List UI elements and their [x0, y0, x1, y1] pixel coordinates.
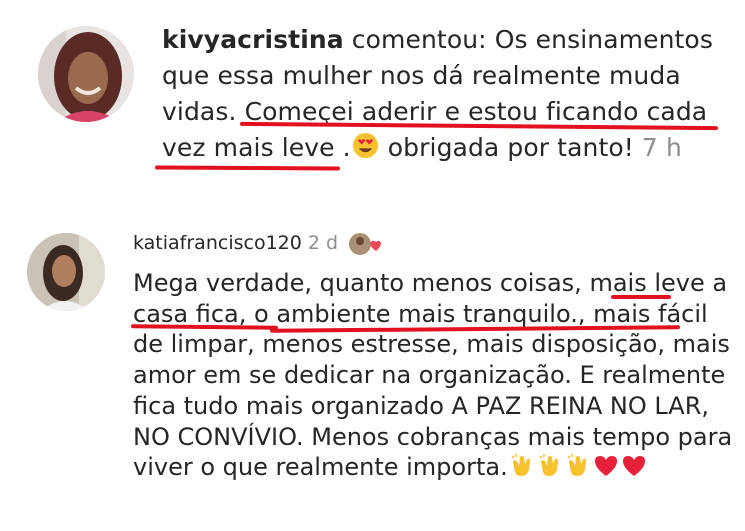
avatar[interactable] [27, 233, 105, 311]
comment-header: katiafrancisco120 2 d [133, 229, 382, 257]
comment-text: Mega verdade, quanto menos coisas, mais … [133, 268, 733, 486]
highlight-underline [611, 295, 671, 299]
username[interactable]: katiafrancisco120 [133, 232, 302, 254]
username[interactable]: kivyacristina [162, 25, 344, 54]
red-heart-emoji [621, 454, 647, 486]
heart-eyes-emoji [352, 132, 379, 169]
avatar[interactable] [38, 26, 134, 122]
comment-text: kivyacristina comentou: Os ensinamentos … [162, 22, 732, 169]
comment-body-part1: Mega verdade, quanto menos coisas, [133, 269, 590, 297]
timestamp: 2 d [307, 232, 339, 254]
red-heart-emoji [593, 454, 619, 486]
author-heart-icon [348, 231, 382, 257]
timestamp: 7 h [641, 133, 682, 162]
comment-body-part2: . [334, 133, 351, 162]
clapping-hands-emoji [565, 452, 591, 486]
highlight-underline [154, 165, 341, 171]
clapping-hands-emoji [509, 452, 535, 486]
clapping-hands-emoji [537, 452, 563, 486]
comment-body-part3: obrigada por tanto! [379, 133, 642, 162]
comment-verb: comentou: [351, 25, 487, 54]
